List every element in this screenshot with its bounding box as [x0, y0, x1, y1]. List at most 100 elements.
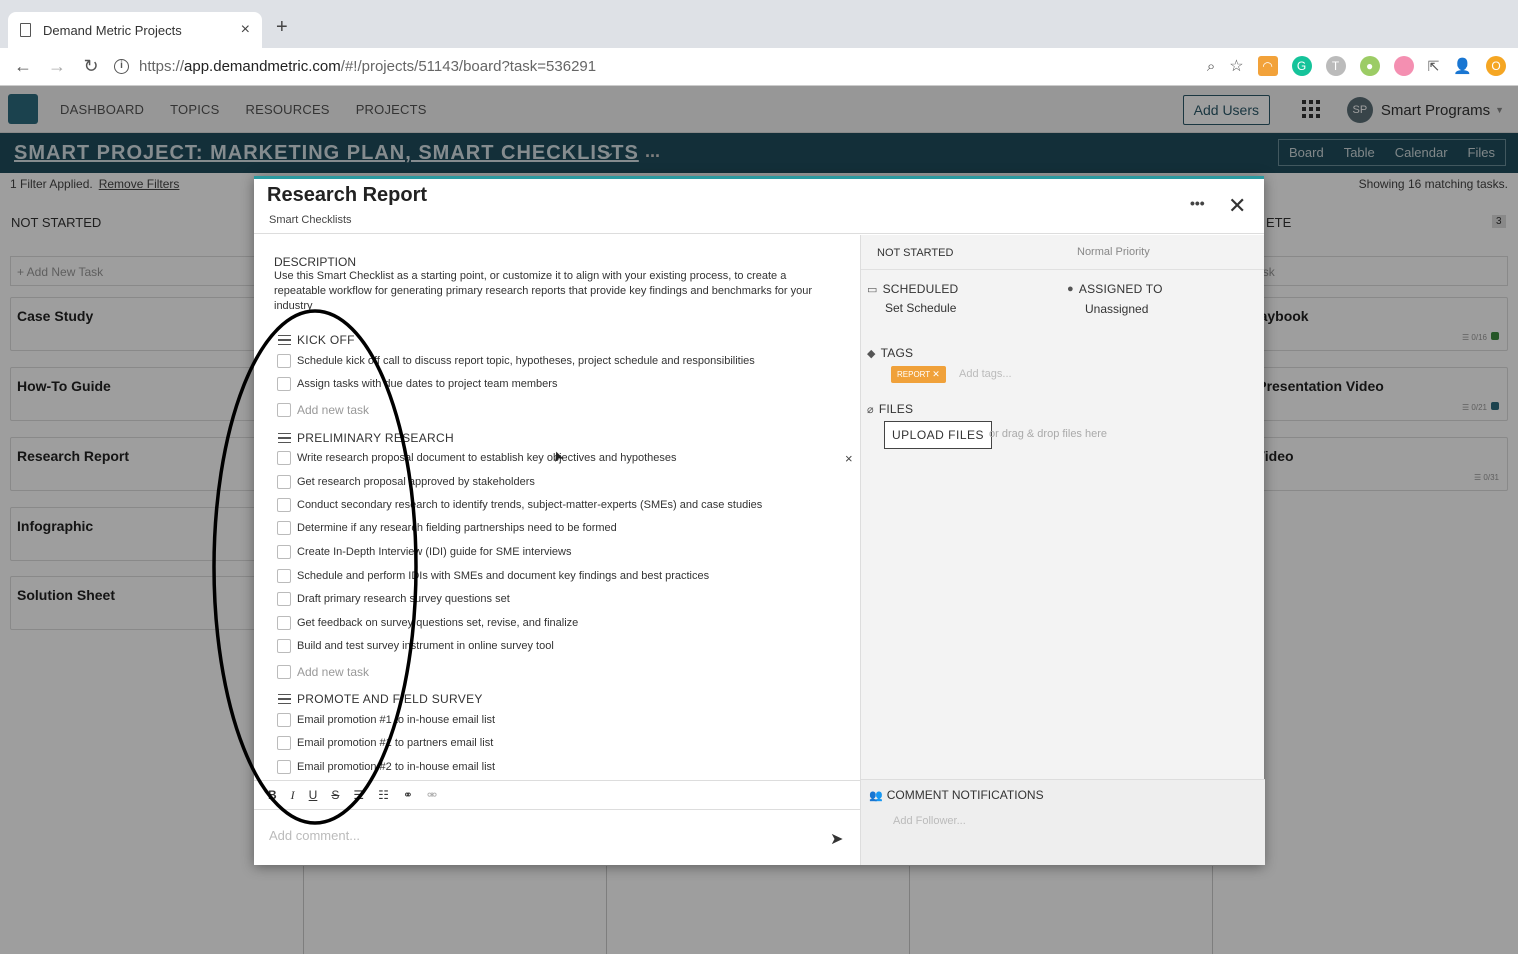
modal-subtitle: Smart Checklists: [269, 214, 352, 226]
add-checklist-item[interactable]: Add new task: [277, 403, 837, 417]
checklist-section-header: PROMOTE AND FIELD SURVEY: [278, 692, 483, 706]
star-icon[interactable]: ☆: [1229, 56, 1243, 76]
notifications-label-text: COMMENT NOTIFICATIONS: [886, 788, 1044, 802]
add-task-label: Add new task: [297, 403, 370, 417]
checklist-item-label[interactable]: Determine if any research fielding partn…: [297, 522, 617, 534]
tag-remove-icon[interactable]: ✕: [932, 369, 940, 379]
checklist-item: Draft primary research survey questions …: [277, 592, 837, 606]
signpost-icon[interactable]: ⇱: [1428, 58, 1440, 75]
checkbox[interactable]: [277, 354, 291, 368]
checkbox[interactable]: [277, 639, 291, 653]
checklist-item: Conduct secondary research to identify t…: [277, 498, 837, 512]
add-checklist-item[interactable]: Add new task: [277, 665, 837, 679]
checklist-item-label[interactable]: Build and test survey instrument in onli…: [297, 640, 554, 652]
set-schedule-link[interactable]: Set Schedule: [885, 301, 956, 315]
checkbox[interactable]: [277, 569, 291, 583]
drop-zone-text[interactable]: or drag & drop files here: [989, 428, 1107, 440]
checklist-item-label[interactable]: Create In-Depth Interview (IDI) guide fo…: [297, 546, 572, 558]
forward-icon[interactable]: →: [40, 56, 74, 77]
checklist-section-header: KICK OFF: [278, 333, 355, 347]
add-follower-input[interactable]: Add Follower...: [893, 815, 966, 827]
checklist-item: Assign tasks with due dates to project t…: [277, 377, 837, 391]
remove-item-button[interactable]: ×: [845, 451, 853, 466]
tags-input[interactable]: Add tags...: [959, 368, 1012, 380]
checkbox[interactable]: [277, 377, 291, 391]
checklist-item-label[interactable]: Assign tasks with due dates to project t…: [297, 378, 557, 390]
checklist-item-label[interactable]: Email promotion #1 to in-house email lis…: [297, 714, 495, 726]
comment-input[interactable]: Add comment...: [269, 828, 360, 843]
checklist-item-label[interactable]: Get research proposal approved by stakeh…: [297, 476, 535, 488]
bold-button[interactable]: B: [268, 788, 277, 802]
checkbox[interactable]: [277, 545, 291, 559]
checklist-item: Get feedback on survey questions set, re…: [277, 616, 837, 630]
checkbox[interactable]: [277, 592, 291, 606]
checkbox[interactable]: [277, 475, 291, 489]
checklist-item: Get research proposal approved by stakeh…: [277, 475, 837, 489]
strikethrough-button[interactable]: S: [331, 788, 339, 802]
section-title[interactable]: PRELIMINARY RESEARCH: [297, 431, 454, 445]
checkbox[interactable]: [277, 451, 291, 465]
checkbox[interactable]: [277, 713, 291, 727]
checklist-item-label[interactable]: Schedule and perform IDIs with SMEs and …: [297, 570, 709, 582]
checklist-item-label[interactable]: Write research proposal document to esta…: [297, 452, 677, 464]
notifications-label: 👥 COMMENT NOTIFICATIONS: [869, 788, 1044, 802]
modal-header: Research Report Smart Checklists ••• ✕: [254, 179, 1264, 234]
section-title[interactable]: KICK OFF: [297, 333, 355, 347]
new-tab-button[interactable]: +: [276, 16, 288, 39]
document-icon: [20, 23, 31, 37]
checkbox[interactable]: [277, 616, 291, 630]
tag-chip[interactable]: REPORT ✕: [891, 366, 946, 383]
task-modal: Research Report Smart Checklists ••• ✕ D…: [254, 176, 1265, 865]
browser-tab[interactable]: Demand Metric Projects ×: [8, 12, 262, 48]
checkbox[interactable]: [277, 760, 291, 774]
assigned-label: ● ASSIGNED TO: [1067, 282, 1163, 296]
checklist-item-label[interactable]: Schedule kick off call to discuss report…: [297, 355, 755, 367]
send-icon[interactable]: ➤: [830, 829, 843, 849]
assignee-dropdown[interactable]: Unassigned: [1085, 302, 1148, 316]
close-icon[interactable]: ✕: [1228, 193, 1246, 219]
more-options-icon[interactable]: •••: [1190, 195, 1205, 211]
unlink-icon[interactable]: ⚮: [427, 788, 437, 802]
grammarly-icon[interactable]: G: [1291, 56, 1312, 76]
description-text[interactable]: Use this Smart Checklist as a starting p…: [274, 269, 834, 314]
underline-button[interactable]: U: [309, 788, 318, 802]
checkbox[interactable]: [277, 521, 291, 535]
checkbox[interactable]: [277, 736, 291, 750]
bullet-list-icon[interactable]: ☷: [378, 788, 389, 802]
status-dropdown[interactable]: NOT STARTED: [877, 247, 953, 259]
orange-extension-icon[interactable]: O: [1486, 56, 1506, 76]
status-row: NOT STARTED Normal Priority: [861, 235, 1264, 270]
italic-button[interactable]: I: [291, 788, 295, 803]
url-path: /#!/projects/51143/board?task=536291: [340, 58, 597, 75]
checklist-item-label[interactable]: Get feedback on survey questions set, re…: [297, 617, 578, 629]
link-icon[interactable]: ⚭: [403, 788, 413, 802]
reload-icon[interactable]: ↻: [74, 56, 108, 77]
paperclip-icon: ⌀: [867, 403, 874, 416]
checklist-item-label[interactable]: Conduct secondary research to identify t…: [297, 499, 762, 511]
checklist-item: Build and test survey instrument in onli…: [277, 639, 837, 653]
url-scheme: https://: [139, 58, 185, 75]
rss-icon[interactable]: ◠: [1257, 56, 1278, 76]
back-icon[interactable]: ←: [6, 56, 40, 77]
tab-close-button[interactable]: ×: [241, 21, 250, 39]
checklist-item-label[interactable]: Email promotion #2 to in-house email lis…: [297, 761, 495, 773]
comment-notifications: 👥 COMMENT NOTIFICATIONS Add Follower...: [861, 779, 1265, 865]
checklist-item-label[interactable]: Email promotion #1 to partners email lis…: [297, 737, 493, 749]
checklist-item: Schedule and perform IDIs with SMEs and …: [277, 569, 837, 583]
priority-dropdown[interactable]: Normal Priority: [1077, 246, 1150, 258]
android-icon[interactable]: ●: [1359, 56, 1380, 76]
pink-dot-icon[interactable]: [1393, 56, 1414, 76]
checkbox[interactable]: [277, 498, 291, 512]
checklist-item-label[interactable]: Draft primary research survey questions …: [297, 593, 510, 605]
checklist-item: Schedule kick off call to discuss report…: [277, 354, 837, 368]
section-title[interactable]: PROMOTE AND FIELD SURVEY: [297, 692, 483, 706]
ordered-list-icon[interactable]: ☰: [353, 788, 364, 802]
url-field[interactable]: i https://app.demandmetric.com/#!/projec…: [114, 58, 596, 75]
upload-files-button[interactable]: UPLOAD FILES: [884, 421, 993, 449]
info-icon[interactable]: i: [114, 59, 129, 74]
extension-gray-icon[interactable]: T: [1325, 56, 1346, 76]
profile-icon[interactable]: 👤: [1453, 57, 1472, 75]
zoom-icon[interactable]: ⌕: [1207, 58, 1215, 75]
checklist-icon: [278, 694, 291, 704]
modal-title[interactable]: Research Report: [267, 184, 427, 207]
